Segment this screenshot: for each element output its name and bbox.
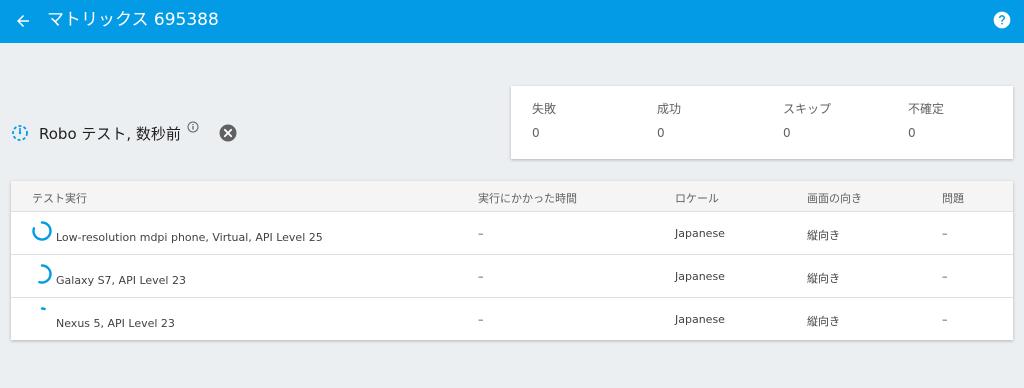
table-row[interactable]: Galaxy S7, API Level 23 – Japanese 縦向き – <box>11 255 1013 298</box>
column-header-issues[interactable]: 問題 <box>942 190 964 206</box>
stat-value: 0 <box>532 126 540 140</box>
stat-passed: 成功 0 <box>657 101 681 141</box>
stat-value: 0 <box>657 126 665 140</box>
cancel-icon[interactable] <box>219 124 237 142</box>
spinner-arc <box>38 264 52 284</box>
column-header-locale[interactable]: ロケール <box>675 190 719 206</box>
stat-skipped: スキップ 0 <box>783 101 831 141</box>
help-circle-icon <box>993 11 1011 29</box>
stat-inconclusive: 不確定 0 <box>908 101 944 141</box>
orientation-cell: 縦向き <box>807 315 840 328</box>
spinner-arc <box>32 221 52 241</box>
issues-cell: – <box>942 227 948 240</box>
device-name: Galaxy S7, API Level 23 <box>56 274 186 287</box>
progress-spinner-icon <box>31 306 53 328</box>
app-bar: マトリックス 695388 <box>0 0 1024 43</box>
back-button[interactable] <box>10 8 36 34</box>
executions-table: テスト実行 実行にかかった時間 ロケール 画面の向き 問題 Low-resolu… <box>11 181 1013 340</box>
in-progress-icon <box>11 124 29 142</box>
progress-spinner-icon <box>31 220 53 242</box>
table-header: テスト実行 実行にかかった時間 ロケール 画面の向き 問題 <box>11 181 1013 212</box>
stat-label: 成功 <box>657 102 682 116</box>
issues-cell: – <box>942 270 948 283</box>
stat-label: 失敗 <box>532 102 557 116</box>
device-name: Nexus 5, API Level 23 <box>56 317 175 330</box>
stat-label: スキップ <box>783 102 832 116</box>
column-header-execution[interactable]: テスト実行 <box>32 190 87 206</box>
summary-card: 失敗 0 成功 0 スキップ 0 不確定 0 <box>511 86 1013 159</box>
issues-cell: – <box>942 313 948 326</box>
table-row[interactable]: Nexus 5, API Level 23 – Japanese 縦向き – <box>11 298 1013 341</box>
orientation-cell: 縦向き <box>807 272 840 285</box>
stat-failed: 失敗 0 <box>532 101 556 141</box>
table-row[interactable]: Low-resolution mdpi phone, Virtual, API … <box>11 212 1013 255</box>
locale-cell: Japanese <box>675 270 725 283</box>
orientation-cell: 縦向き <box>807 229 840 242</box>
help-button[interactable] <box>992 10 1012 30</box>
run-heading: Robo テスト, 数秒前 <box>11 120 237 146</box>
column-header-orientation[interactable]: 画面の向き <box>807 190 862 206</box>
arrow-left-icon <box>17 15 29 27</box>
duration-cell: – <box>478 227 484 240</box>
locale-cell: Japanese <box>675 313 725 326</box>
info-icon[interactable] <box>187 121 199 133</box>
column-header-duration[interactable]: 実行にかかった時間 <box>478 190 577 206</box>
progress-spinner-icon <box>31 263 53 285</box>
duration-cell: – <box>478 313 484 326</box>
page-title: マトリックス 695388 <box>47 10 219 30</box>
locale-cell: Japanese <box>675 227 725 240</box>
device-name: Low-resolution mdpi phone, Virtual, API … <box>56 231 323 244</box>
stat-label: 不確定 <box>908 102 945 116</box>
run-title: Robo テスト, 数秒前 <box>39 124 181 143</box>
stat-value: 0 <box>783 126 791 140</box>
stat-value: 0 <box>908 126 916 140</box>
duration-cell: – <box>478 270 484 283</box>
